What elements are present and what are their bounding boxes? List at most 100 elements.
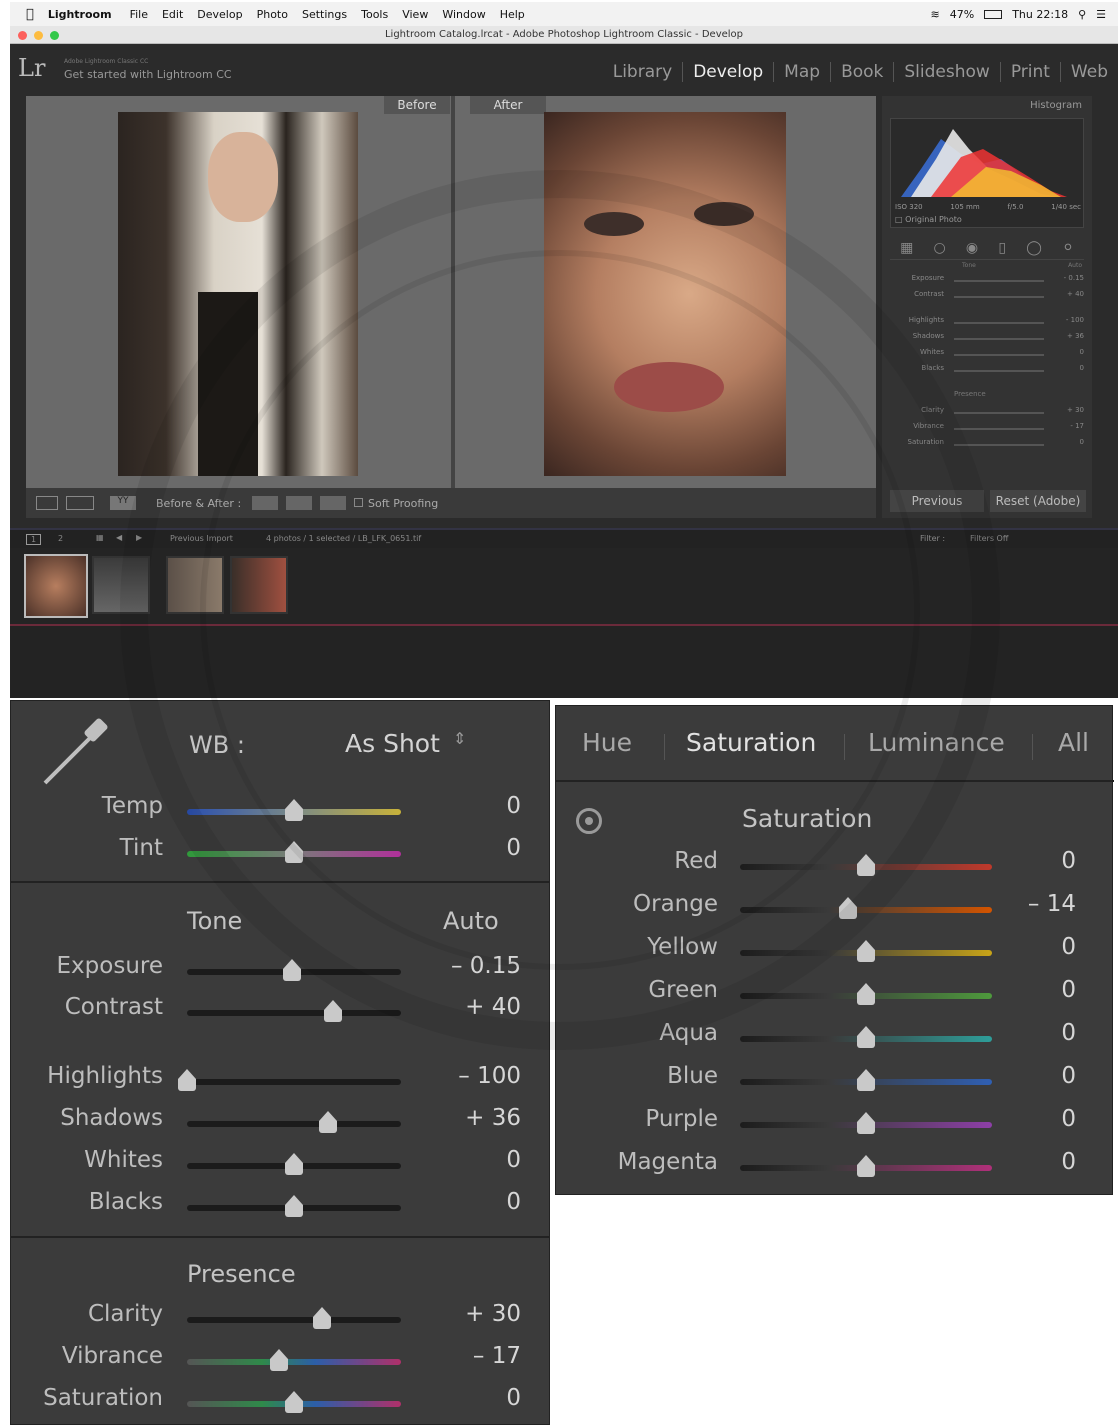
slider-handle[interactable] xyxy=(857,983,875,1005)
slider-handle[interactable] xyxy=(323,1000,342,1022)
slider-track[interactable] xyxy=(187,1111,401,1133)
slider-row-saturation[interactable]: Saturation 0 xyxy=(11,1385,549,1425)
tab-hue[interactable]: Hue xyxy=(582,728,632,757)
forward-arrow-icon[interactable]: ▶ xyxy=(136,533,142,542)
compare-view-icon[interactable] xyxy=(66,496,94,510)
filmstrip-thumb[interactable] xyxy=(24,554,88,618)
slider-row-contrast[interactable]: Contrast + 40 xyxy=(11,994,549,1034)
slider-value[interactable]: 0 xyxy=(506,793,521,819)
menu-file[interactable]: File xyxy=(130,8,148,21)
slider-value[interactable]: 0 xyxy=(1061,1149,1076,1175)
slider-row-highlights[interactable]: Highlights – 100 xyxy=(11,1063,549,1103)
slider-value[interactable]: 0 xyxy=(1061,1063,1076,1089)
slider-handle[interactable] xyxy=(282,959,301,981)
histogram-label[interactable]: Histogram xyxy=(1030,100,1082,111)
slider-track[interactable] xyxy=(187,1349,401,1371)
slider-handle[interactable] xyxy=(312,1307,331,1329)
slider-row-red[interactable]: Red 0 xyxy=(556,848,1112,888)
slider-track[interactable] xyxy=(187,841,401,863)
menu-settings[interactable]: Settings xyxy=(302,8,347,21)
slider-value[interactable]: + 30 xyxy=(465,1301,521,1327)
clock[interactable]: Thu 22:18 xyxy=(1012,8,1068,21)
slider-row-purple[interactable]: Purple 0 xyxy=(556,1106,1112,1146)
spot-removal-icon[interactable]: ○ xyxy=(934,240,946,256)
tab-saturation[interactable]: Saturation xyxy=(686,728,816,757)
slider-handle[interactable] xyxy=(285,1391,303,1413)
slider-track[interactable] xyxy=(740,983,992,1005)
list-icon[interactable]: ☰ xyxy=(1096,8,1106,21)
soft-proofing-checkbox[interactable] xyxy=(354,498,363,507)
slider-row-vibrance[interactable]: Vibrance – 17 xyxy=(11,1343,549,1383)
graduated-filter-icon[interactable]: ▯ xyxy=(998,240,1006,256)
slider-row-temp[interactable]: Temp 0 xyxy=(11,793,549,833)
menu-help[interactable]: Help xyxy=(500,8,525,21)
filmstrip-thumb[interactable] xyxy=(230,556,288,614)
slider-handle[interactable] xyxy=(270,1349,289,1371)
slider-value[interactable]: – 100 xyxy=(458,1063,521,1089)
mini-blacks-row[interactable]: Blacks 0 xyxy=(894,364,1084,378)
copy-settings-button[interactable] xyxy=(286,496,312,510)
brush-icon[interactable]: ⚪ xyxy=(1062,240,1074,256)
slider-value[interactable]: 0 xyxy=(506,1189,521,1215)
slider-value[interactable]: 0 xyxy=(1061,1106,1076,1132)
before-after-view-icon[interactable]: YY xyxy=(110,496,136,510)
radial-filter-icon[interactable]: ◯ xyxy=(1026,240,1042,256)
slider-value[interactable]: 0 xyxy=(506,1147,521,1173)
slider-row-exposure[interactable]: Exposure – 0.15 xyxy=(11,953,549,993)
slider-handle[interactable] xyxy=(285,841,303,863)
module-book[interactable]: Book xyxy=(831,62,895,82)
app-menu[interactable]: Lightroom xyxy=(48,8,112,21)
slider-row-aqua[interactable]: Aqua 0 xyxy=(556,1020,1112,1060)
mini-saturation-row[interactable]: Saturation 0 xyxy=(894,438,1084,452)
slider-value[interactable]: 0 xyxy=(1061,1020,1076,1046)
minimize-icon[interactable] xyxy=(34,31,43,40)
auto-button[interactable]: Auto xyxy=(443,907,499,935)
slider-handle[interactable] xyxy=(857,1155,875,1177)
module-print[interactable]: Print xyxy=(1001,62,1061,82)
wifi-icon[interactable]: ≋ xyxy=(931,8,940,21)
copy-reverse-button[interactable] xyxy=(320,496,346,510)
slider-value[interactable]: – 0.15 xyxy=(451,953,521,979)
slider-handle[interactable] xyxy=(857,1026,875,1048)
get-started-link[interactable]: Get started with Lightroom CC xyxy=(64,68,232,81)
slider-track[interactable] xyxy=(187,959,401,981)
slider-row-green[interactable]: Green 0 xyxy=(556,977,1112,1017)
grid-icon[interactable]: ▦ xyxy=(96,533,104,542)
slider-handle[interactable] xyxy=(285,799,303,821)
slider-track[interactable] xyxy=(187,1153,401,1175)
slider-handle[interactable] xyxy=(857,940,875,962)
slider-track[interactable] xyxy=(178,1069,401,1091)
mini-exposure-row[interactable]: Exposure - 0.15 xyxy=(894,274,1084,288)
before-after-toggle[interactable]: Before & After : xyxy=(156,497,241,510)
window-2-button[interactable]: 2 xyxy=(54,534,67,543)
slider-track[interactable] xyxy=(187,799,401,821)
module-slideshow[interactable]: Slideshow xyxy=(894,62,1001,82)
chevron-updown-icon[interactable]: ⇕ xyxy=(453,729,466,748)
loupe-view-icon[interactable] xyxy=(36,496,58,510)
slider-row-whites[interactable]: Whites 0 xyxy=(11,1147,549,1187)
menu-edit[interactable]: Edit xyxy=(162,8,183,21)
target-adjustment-icon[interactable] xyxy=(576,808,602,834)
auto-mini-label[interactable]: Auto xyxy=(1068,262,1082,269)
mini-contrast-row[interactable]: Contrast + 40 xyxy=(894,290,1084,304)
module-map[interactable]: Map xyxy=(774,62,832,82)
menu-develop[interactable]: Develop xyxy=(197,8,242,21)
eyedropper-icon[interactable] xyxy=(35,713,115,793)
mini-vibrance-row[interactable]: Vibrance - 17 xyxy=(894,422,1084,436)
slider-value[interactable]: 0 xyxy=(1061,977,1076,1003)
slider-value[interactable]: 0 xyxy=(506,835,521,861)
menu-photo[interactable]: Photo xyxy=(257,8,288,21)
slider-handle[interactable] xyxy=(319,1111,338,1133)
module-web[interactable]: Web xyxy=(1061,62,1118,82)
menu-window[interactable]: Window xyxy=(442,8,485,21)
slider-track[interactable] xyxy=(740,940,992,962)
slider-track[interactable] xyxy=(740,1069,992,1091)
crop-icon[interactable]: ▦ xyxy=(900,240,913,256)
before-photo[interactable] xyxy=(118,112,358,476)
window-1-button[interactable]: 1 xyxy=(26,534,42,545)
zoom-icon[interactable] xyxy=(50,31,59,40)
filmstrip-thumb[interactable] xyxy=(92,556,150,614)
mini-shadows-row[interactable]: Shadows + 36 xyxy=(894,332,1084,346)
swap-button[interactable] xyxy=(252,496,278,510)
mini-clarity-row[interactable]: Clarity + 30 xyxy=(894,406,1084,420)
